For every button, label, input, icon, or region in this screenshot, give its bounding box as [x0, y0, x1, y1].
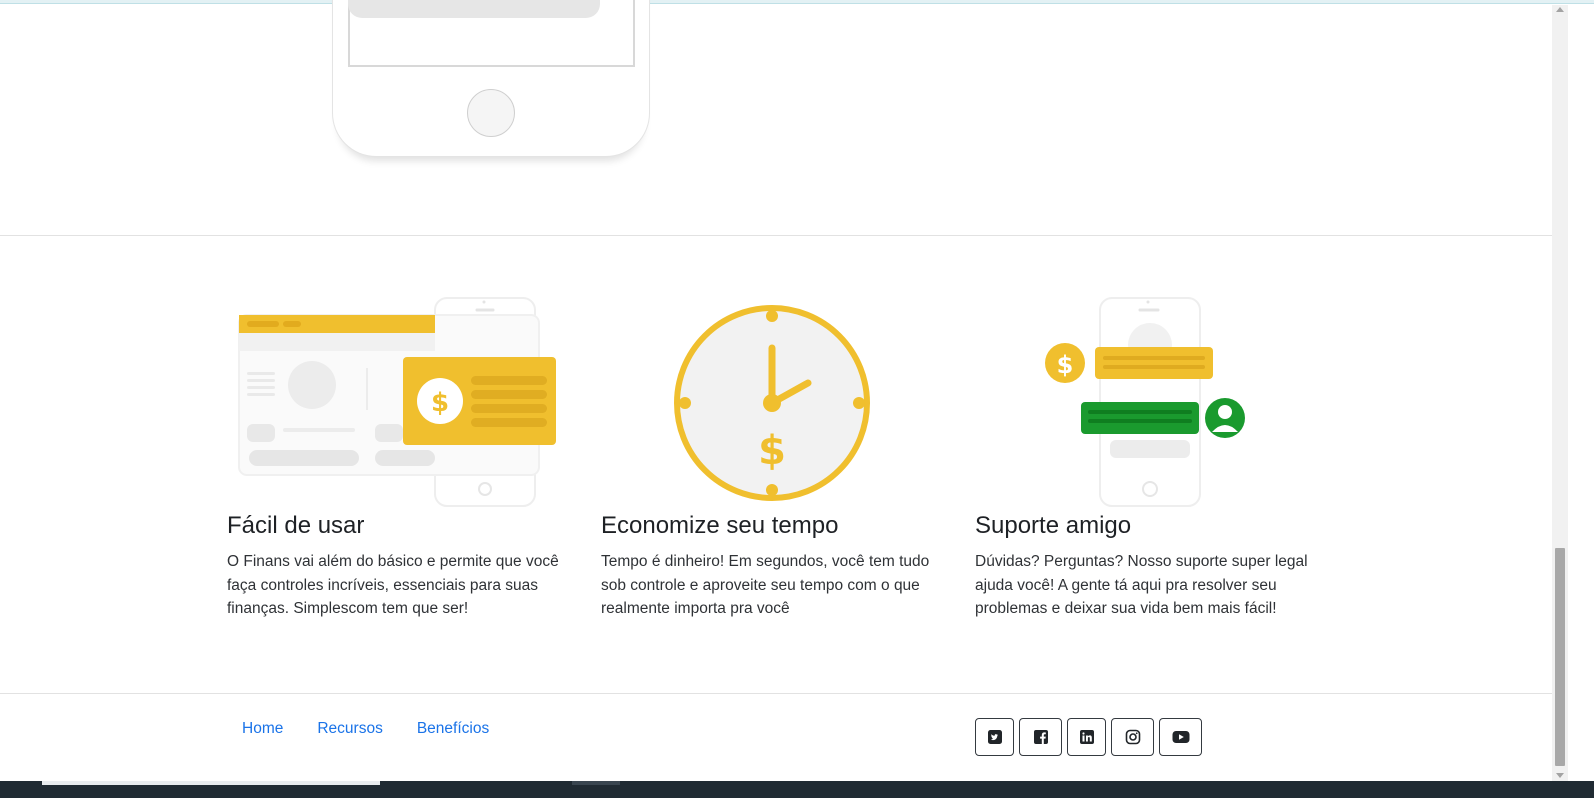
instagram-button[interactable] [1111, 718, 1154, 756]
feature-save-time: $ Economize seu tempo Tempo é dinheiro! … [601, 290, 961, 617]
dashboard-payment-card-illustration: $ [227, 290, 587, 510]
phone-screen-bar [348, 0, 600, 18]
phone-home-button [467, 89, 515, 137]
footer-link-home[interactable]: Home [242, 720, 283, 738]
scroll-down-arrow-icon[interactable] [1556, 773, 1564, 778]
svg-text:$: $ [431, 388, 449, 418]
youtube-icon [1172, 731, 1189, 743]
footer-link-beneficios[interactable]: Benefícios [417, 720, 489, 738]
instagram-icon [1125, 729, 1140, 745]
footer-link-recursos[interactable]: Recursos [317, 720, 382, 738]
feature-friendly-support: $ Suporte amigo Dúvidas? Perguntas? Noss… [975, 290, 1335, 617]
feature-easy-to-use: $ Fácil de usar O Finans vai além do bás… [227, 290, 587, 617]
facebook-icon [1033, 730, 1048, 744]
svg-text:$: $ [758, 428, 786, 474]
twitter-icon [987, 730, 1002, 744]
scroll-up-arrow-icon[interactable] [1556, 7, 1564, 12]
linkedin-button[interactable] [1067, 718, 1106, 756]
youtube-button[interactable] [1159, 718, 1202, 756]
os-taskbar [0, 781, 1594, 798]
svg-text:$: $ [1057, 351, 1074, 379]
twitter-button[interactable] [975, 718, 1014, 756]
feature-description: O Finans vai além do básico e permite qu… [227, 553, 559, 617]
footer-divider [0, 693, 1552, 694]
phone-chat-support-illustration: $ [975, 290, 1335, 510]
feature-description: Tempo é dinheiro! Em segundos, você tem … [601, 553, 930, 617]
page-scrollbar[interactable] [1552, 5, 1568, 781]
scrollbar-thumb[interactable] [1555, 548, 1565, 766]
section-divider [0, 235, 1552, 236]
feature-title: Economize seu tempo [601, 512, 839, 539]
clock-dollar-illustration: $ [601, 290, 961, 510]
taskbar-active-window[interactable] [42, 781, 380, 785]
feature-title: Fácil de usar [227, 512, 365, 539]
linkedin-icon [1079, 730, 1094, 744]
page-content: $ Fácil de usar O Finans vai além do bás… [0, 0, 1576, 798]
feature-description: Dúvidas? Perguntas? Nosso suporte super … [975, 553, 1308, 617]
facebook-button[interactable] [1019, 718, 1062, 756]
footer-nav: Home Recursos Benefícios [242, 720, 489, 738]
feature-title: Suporte amigo [975, 512, 1132, 539]
taskbar-item[interactable] [572, 781, 620, 785]
phone-mockup-illustration [332, 0, 650, 157]
social-links [975, 718, 1202, 756]
